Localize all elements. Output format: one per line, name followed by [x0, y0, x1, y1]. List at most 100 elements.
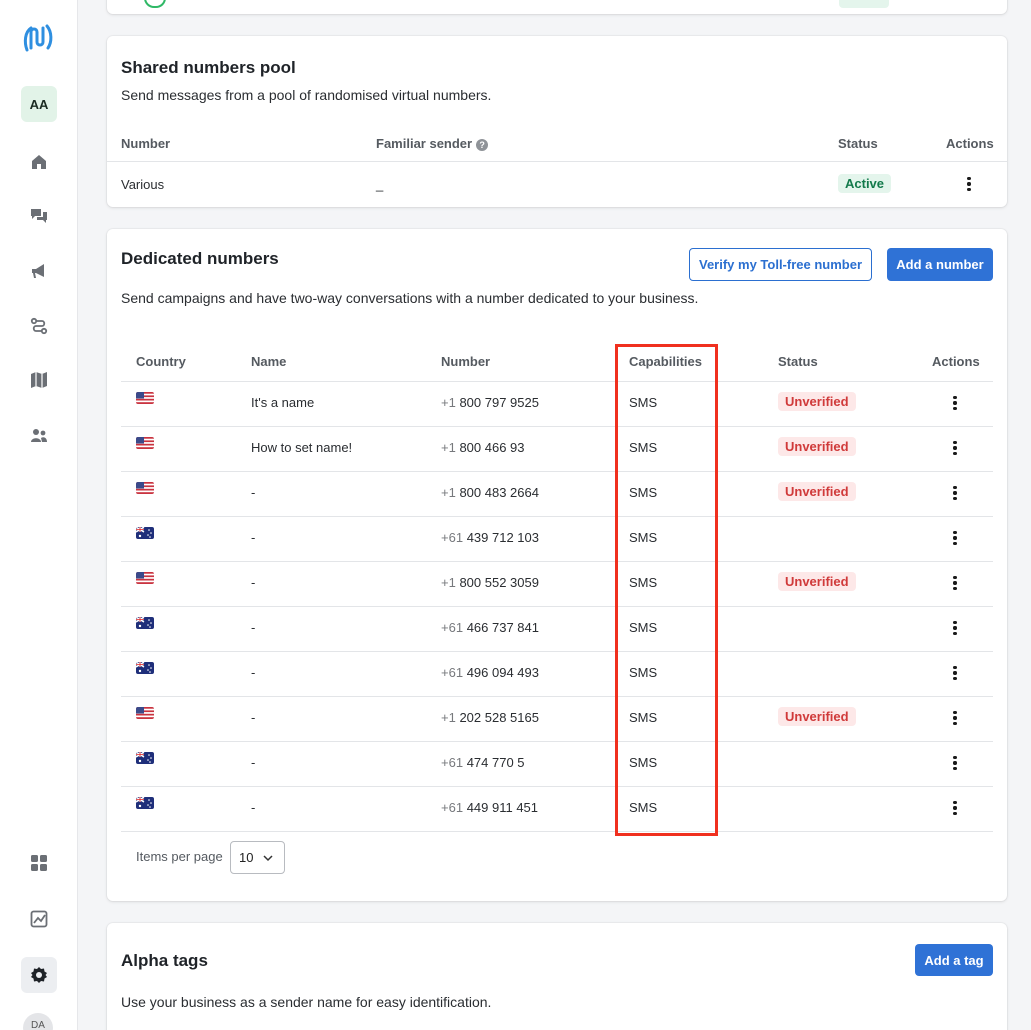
- row-capabilities: SMS: [629, 530, 658, 545]
- items-per-page-value: 10: [239, 850, 254, 865]
- more-actions-icon[interactable]: [950, 755, 960, 771]
- status-badge: [839, 0, 889, 8]
- sidebar-item-apps[interactable]: [21, 845, 57, 881]
- row-number-prefix: +61: [441, 530, 464, 545]
- col-header-country: Country: [136, 354, 186, 369]
- more-actions-icon[interactable]: [950, 440, 960, 456]
- col-header-status: Status: [778, 354, 818, 369]
- row-name: -: [251, 665, 256, 680]
- col-header-familiar-sender: Familiar sender?: [376, 136, 489, 151]
- col-header-number: Number: [121, 136, 171, 151]
- au-flag-icon: [136, 662, 154, 674]
- col-header-name: Name: [251, 354, 287, 369]
- col-header-capabilities: Capabilities: [629, 354, 702, 369]
- row-number-value: 800 483 2664: [459, 485, 539, 500]
- divider: [107, 161, 1007, 162]
- row-number: +61 466 737 841: [441, 620, 539, 635]
- more-actions-icon[interactable]: [950, 485, 960, 501]
- megaphone-icon: [32, 264, 44, 278]
- more-actions-icon[interactable]: [950, 665, 960, 681]
- row-number-prefix: +61: [441, 665, 464, 680]
- sidebar-item-campaigns[interactable]: [21, 253, 57, 289]
- row-number: +61 474 770 5: [441, 755, 525, 770]
- map-icon: [31, 372, 47, 388]
- pool-number: Various: [121, 177, 165, 192]
- row-number-value: 439 712 103: [466, 530, 539, 545]
- sidebar-item-settings[interactable]: [21, 957, 57, 993]
- row-name: -: [251, 575, 256, 590]
- row-number-prefix: +61: [441, 800, 464, 815]
- brand-logo-icon[interactable]: [22, 20, 54, 54]
- contacts-icon: [31, 429, 47, 442]
- row-capabilities: SMS: [629, 440, 658, 455]
- row-number: +1 800 552 3059: [441, 575, 539, 590]
- alpha-tags-card: Alpha tags Use your business as a sender…: [107, 923, 1007, 1030]
- row-number: +1 202 528 5165: [441, 710, 539, 725]
- sidebar: AA DA: [0, 0, 78, 1030]
- row-number: +61 449 911 451: [441, 800, 538, 815]
- sidebar-item-conversations[interactable]: [21, 198, 57, 234]
- more-actions-icon[interactable]: [964, 176, 974, 192]
- row-capabilities: SMS: [629, 755, 658, 770]
- row-number-value: 800 466 93: [459, 440, 525, 455]
- more-actions-icon[interactable]: [950, 575, 960, 591]
- more-actions-icon[interactable]: [950, 395, 960, 411]
- more-actions-icon[interactable]: [950, 620, 960, 636]
- sidebar-item-reports[interactable]: [21, 901, 57, 937]
- col-header-status: Status: [838, 136, 878, 151]
- sidebar-item-automations[interactable]: [21, 308, 57, 344]
- previous-card: [107, 0, 1007, 14]
- au-flag-icon: [136, 797, 154, 809]
- row-number-prefix: +61: [441, 620, 464, 635]
- row-number-value: 466 737 841: [466, 620, 539, 635]
- items-per-page-label: Items per page: [136, 849, 223, 864]
- us-flag-icon: [136, 572, 154, 584]
- add-number-button[interactable]: Add a number: [887, 248, 993, 281]
- dedicated-numbers-card: Dedicated numbers Send campaigns and hav…: [107, 229, 1007, 901]
- more-actions-icon[interactable]: [950, 530, 960, 546]
- row-capabilities: SMS: [629, 710, 658, 725]
- settings-icon: [31, 967, 47, 983]
- add-tag-button[interactable]: Add a tag: [915, 944, 993, 976]
- alpha-tags-title: Alpha tags: [121, 951, 208, 970]
- verify-toll-free-button[interactable]: Verify my Toll-free number: [689, 248, 872, 281]
- sidebar-item-home[interactable]: [21, 144, 57, 180]
- us-flag-icon: [136, 437, 154, 449]
- row-name: -: [251, 800, 256, 815]
- help-icon[interactable]: ?: [476, 139, 489, 151]
- home-icon: [32, 155, 46, 169]
- more-actions-icon[interactable]: [950, 800, 960, 816]
- row-name: -: [251, 620, 256, 635]
- row-divider: [121, 696, 993, 697]
- flow-icon: [30, 317, 48, 335]
- col-header-number: Number: [441, 354, 491, 369]
- items-per-page-select[interactable]: 10: [230, 841, 285, 874]
- more-actions-icon[interactable]: [950, 710, 960, 726]
- row-name: -: [251, 710, 256, 725]
- row-number-prefix: +1: [441, 575, 456, 590]
- row-number: +1 800 483 2664: [441, 485, 539, 500]
- row-number-value: 449 911 451: [466, 800, 539, 815]
- row-capabilities: SMS: [629, 665, 658, 680]
- workspace-avatar[interactable]: AA: [21, 86, 57, 122]
- row-number-value: 800 552 3059: [459, 575, 539, 590]
- row-capabilities: SMS: [629, 800, 658, 815]
- chevron-down-icon: [263, 855, 273, 862]
- row-divider: [121, 651, 993, 652]
- row-number-value: 202 528 5165: [459, 710, 539, 725]
- row-divider: [121, 786, 993, 787]
- row-divider: [121, 516, 993, 517]
- sidebar-item-resources[interactable]: [21, 362, 57, 398]
- sidebar-item-contacts[interactable]: [21, 418, 57, 454]
- pool-familiar-sender: _: [376, 177, 384, 192]
- au-flag-icon: [136, 617, 154, 629]
- row-number-prefix: +1: [441, 440, 456, 455]
- shared-pool-title: Shared numbers pool: [121, 58, 296, 77]
- user-initials: DA: [31, 1020, 45, 1030]
- user-avatar[interactable]: DA: [23, 1013, 53, 1030]
- row-divider: [121, 561, 993, 562]
- row-capabilities: SMS: [629, 575, 658, 590]
- row-name: It's a name: [251, 395, 315, 410]
- us-flag-icon: [136, 392, 154, 404]
- row-number-value: 496 094 493: [466, 665, 539, 680]
